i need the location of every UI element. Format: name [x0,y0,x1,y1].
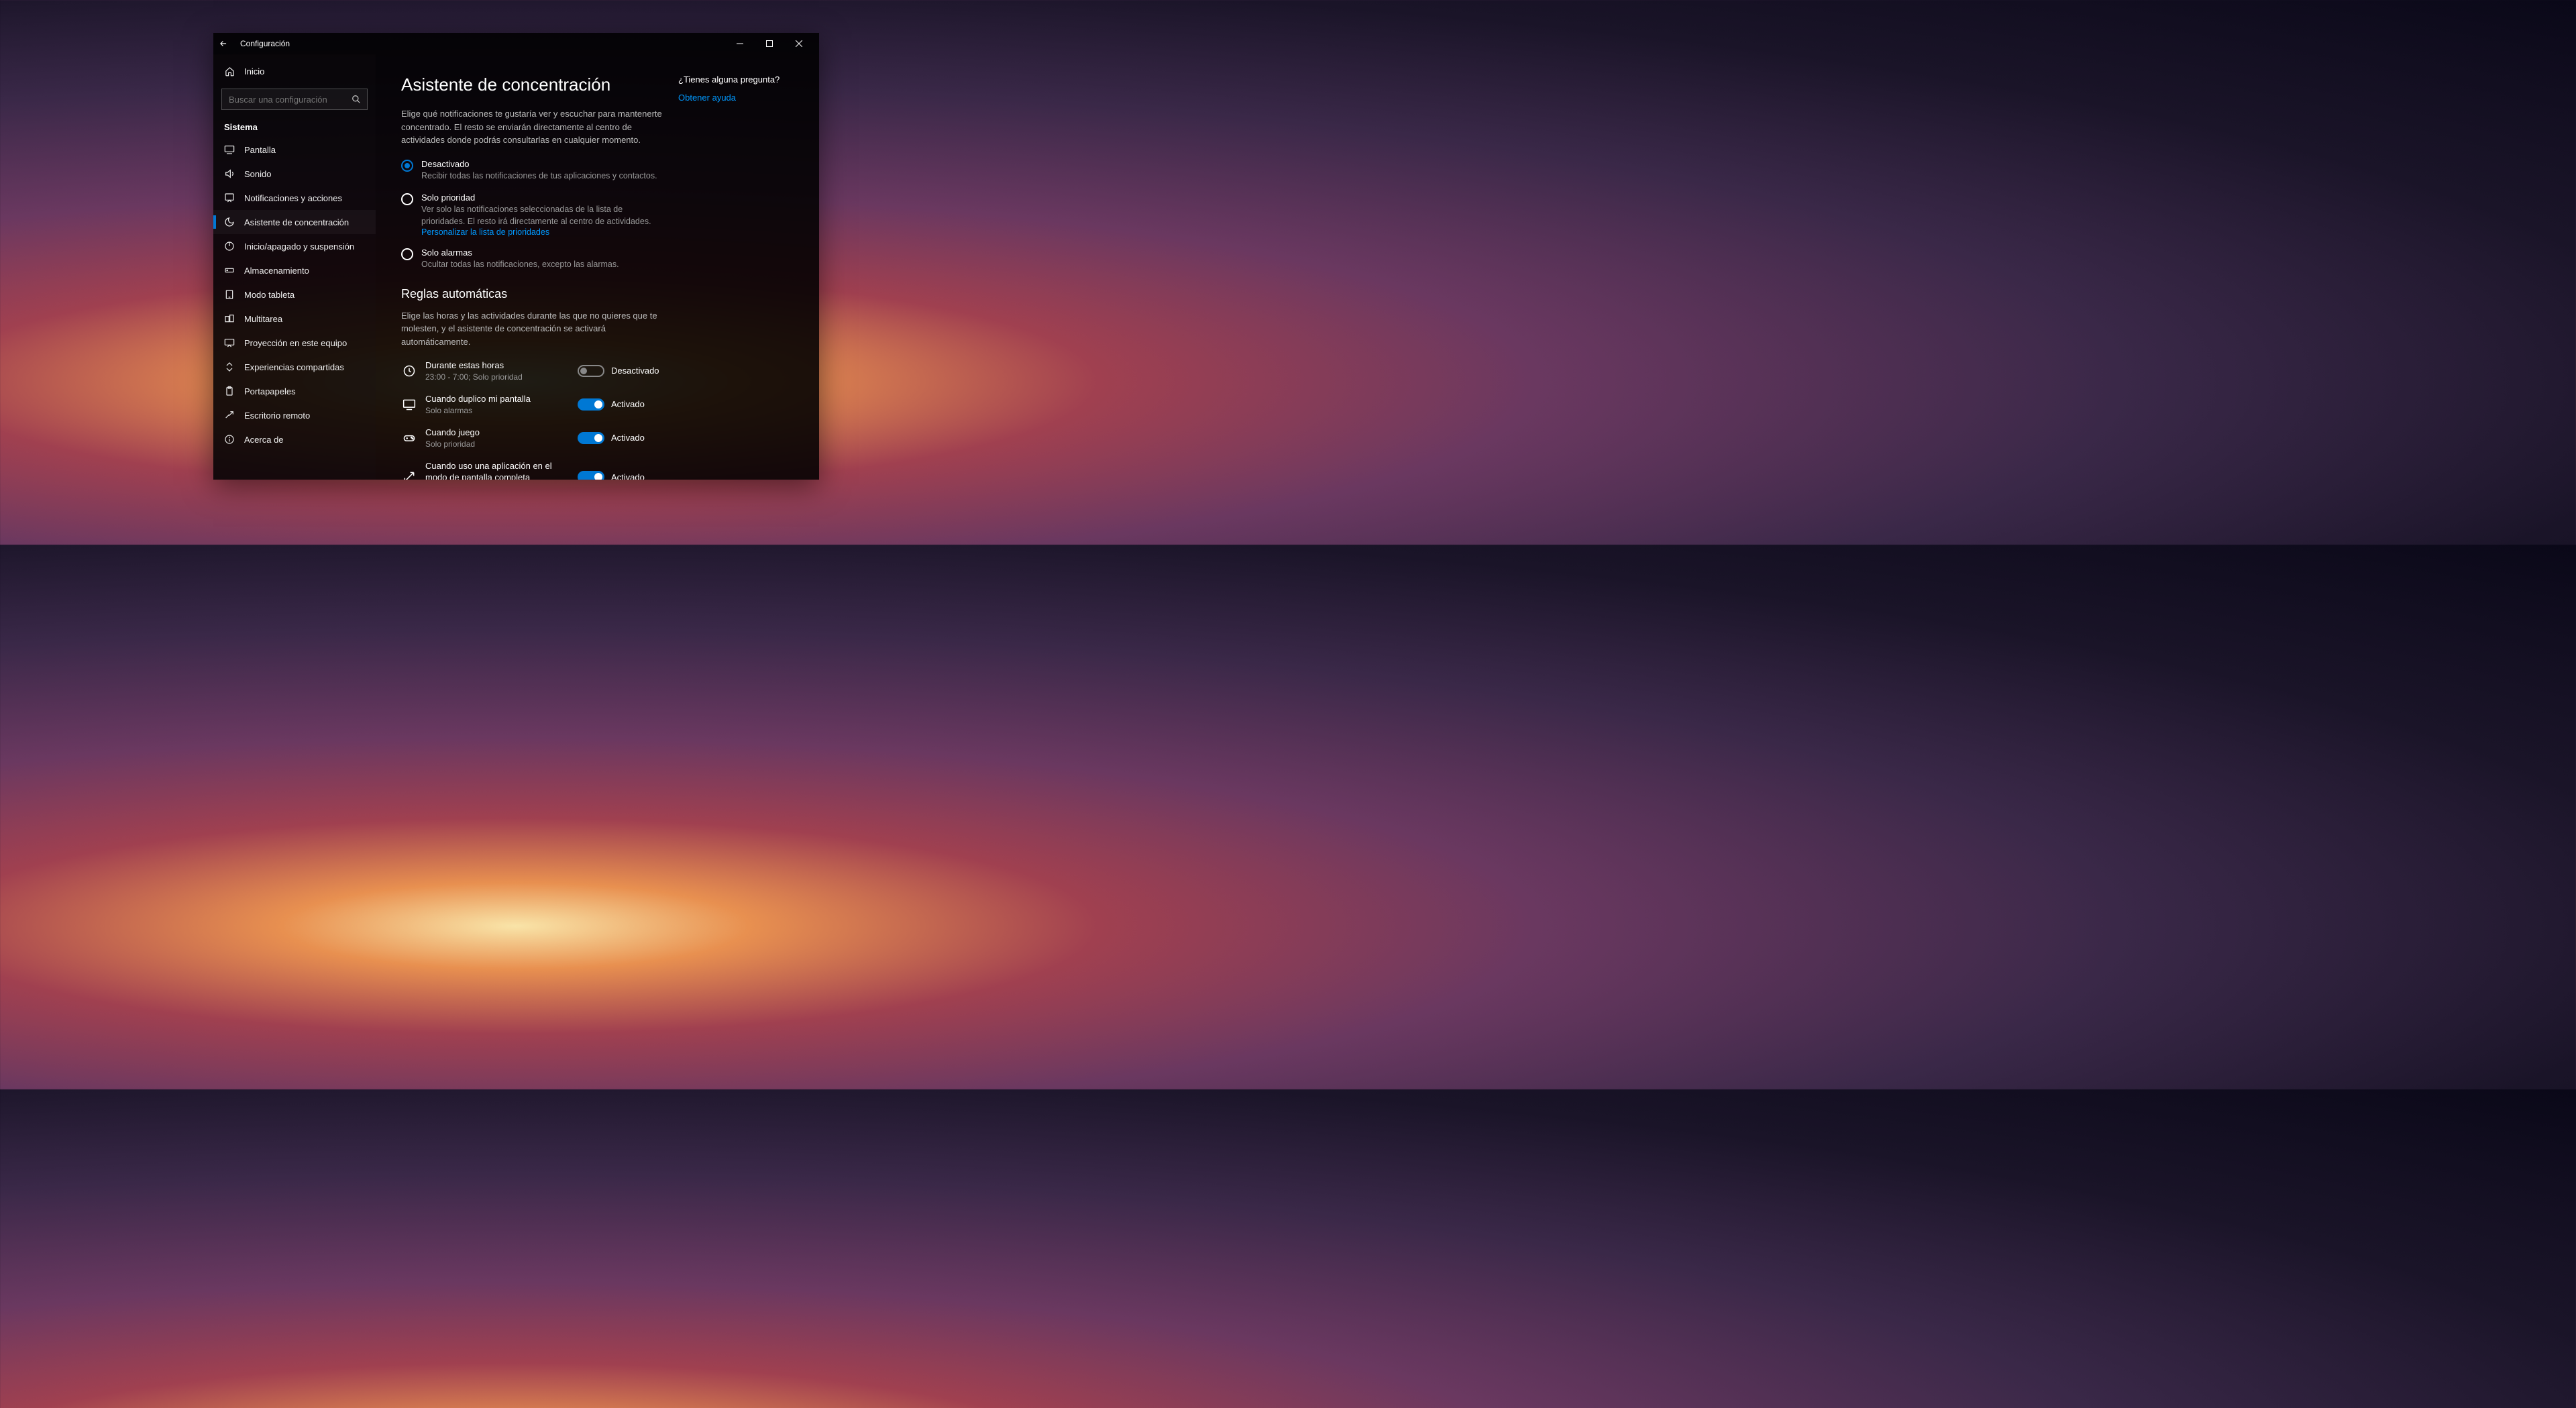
radio-icon [401,193,413,205]
sidebar-item-inicio-apagado[interactable]: Inicio/apagado y suspensión [213,234,376,258]
storage-icon [224,265,235,276]
maximize-button[interactable] [755,33,784,54]
sidebar-item-acerca[interactable]: Acerca de [213,427,376,451]
sidebar-item-label: Multitarea [244,314,282,324]
sidebar-home[interactable]: Inicio [213,61,376,82]
multitask-icon [224,313,235,324]
page-title: Asistente de concentración [401,74,665,95]
back-button[interactable] [219,39,235,48]
sidebar-item-label: Portapapeles [244,386,296,396]
main-content: Asistente de concentración Elige qué not… [401,74,665,466]
sidebar-item-tableta[interactable]: Modo tableta [213,282,376,307]
rule-toggle[interactable] [578,398,604,411]
sidebar-item-label: Modo tableta [244,290,294,300]
aside-question: ¿Tienes alguna pregunta? [678,74,799,85]
sidebar-item-notificaciones[interactable]: Notificaciones y acciones [213,186,376,210]
sidebar-item-label: Escritorio remoto [244,411,310,421]
settings-window: Configuración Inicio [213,33,819,480]
rule-fullscreen[interactable]: Cuando uso una aplicación en el modo de … [401,461,665,480]
rule-toggle[interactable] [578,365,604,377]
rule-label: Cuando duplico mi pantalla [425,394,570,405]
remote-icon [224,410,235,421]
search-input[interactable] [221,89,368,110]
rule-sub: Solo prioridad [425,439,570,449]
sidebar-item-proyeccion[interactable]: Proyección en este equipo [213,331,376,355]
radio-icon [401,160,413,172]
sidebar-item-almacenamiento[interactable]: Almacenamiento [213,258,376,282]
sidebar-item-label: Experiencias compartidas [244,362,344,372]
search-icon [352,95,361,104]
sidebar-item-label: Acerca de [244,435,284,445]
display-icon [401,398,417,411]
sidebar: Inicio Sistema Pantalla Sonido [213,54,376,480]
app-title: Configuración [240,39,290,48]
rule-sub: 23:00 - 7:00; Solo prioridad [425,372,570,382]
notifications-icon [224,193,235,203]
rules-heading: Reglas automáticas [401,287,665,301]
aside: ¿Tienes alguna pregunta? Obtener ayuda [678,74,799,466]
sidebar-item-asistente[interactable]: Asistente de concentración [213,210,376,234]
projection-icon [224,337,235,348]
sidebar-item-escritorio-remoto[interactable]: Escritorio remoto [213,403,376,427]
toggle-state: Desactivado [611,366,659,376]
sidebar-home-label: Inicio [244,66,264,76]
sidebar-item-label: Almacenamiento [244,266,309,276]
sidebar-item-label: Pantalla [244,145,276,155]
display-icon [224,144,235,155]
rule-toggle[interactable] [578,471,604,480]
sidebar-item-label: Sonido [244,169,271,179]
home-icon [224,66,235,76]
priority-list-link[interactable]: Personalizar la lista de prioridades [421,227,665,237]
sidebar-item-label: Proyección en este equipo [244,338,347,348]
power-icon [224,241,235,252]
rule-gaming[interactable]: Cuando juego Solo prioridad Activado [401,427,665,449]
radio-solo-alarmas[interactable]: Solo alarmas Ocultar todas las notificac… [401,248,665,271]
focus-assist-icon [224,217,235,227]
radio-solo-prioridad[interactable]: Solo prioridad Ver solo las notificacion… [401,193,665,237]
sidebar-item-label: Inicio/apagado y suspensión [244,241,354,252]
toggle-state: Activado [611,433,645,443]
help-link[interactable]: Obtener ayuda [678,93,799,103]
tablet-icon [224,289,235,300]
rule-label: Cuando juego [425,427,570,439]
sidebar-category: Sistema [213,115,376,138]
rule-hours[interactable]: Durante estas horas 23:00 - 7:00; Solo p… [401,360,665,382]
sound-icon [224,168,235,179]
toggle-state: Activado [611,399,645,409]
sidebar-item-label: Notificaciones y acciones [244,193,342,203]
sidebar-item-experiencias[interactable]: Experiencias compartidas [213,355,376,379]
sidebar-item-portapapeles[interactable]: Portapapeles [213,379,376,403]
radio-label: Solo prioridad [421,193,665,203]
rule-toggle[interactable] [578,432,604,444]
sidebar-item-label: Asistente de concentración [244,217,349,227]
radio-sub: Ver solo las notificaciones seleccionada… [421,204,665,227]
radio-desactivado[interactable]: Desactivado Recibir todas las notificaci… [401,159,665,182]
about-icon [224,434,235,445]
radio-icon [401,248,413,260]
sidebar-item-sonido[interactable]: Sonido [213,162,376,186]
radio-label: Solo alarmas [421,248,619,258]
rule-duplicate-display[interactable]: Cuando duplico mi pantalla Solo alarmas … [401,394,665,415]
fullscreen-icon [401,470,417,480]
rule-label: Durante estas horas [425,360,570,372]
toggle-state: Activado [611,472,645,480]
minimize-button[interactable] [725,33,755,54]
sidebar-item-pantalla[interactable]: Pantalla [213,138,376,162]
page-description: Elige qué notificaciones te gustaría ver… [401,107,665,147]
gamepad-icon [401,431,417,445]
radio-sub: Recibir todas las notificaciones de tus … [421,170,657,182]
radio-label: Desactivado [421,159,657,169]
rules-description: Elige las horas y las actividades durant… [401,309,665,349]
rule-sub: Solo alarmas [425,406,570,415]
clock-icon [401,364,417,378]
close-button[interactable] [784,33,814,54]
clipboard-icon [224,386,235,396]
sidebar-item-multitarea[interactable]: Multitarea [213,307,376,331]
rule-label: Cuando uso una aplicación en el modo de … [425,461,570,480]
titlebar: Configuración [213,33,819,54]
shared-icon [224,362,235,372]
radio-sub: Ocultar todas las notificaciones, except… [421,259,619,271]
